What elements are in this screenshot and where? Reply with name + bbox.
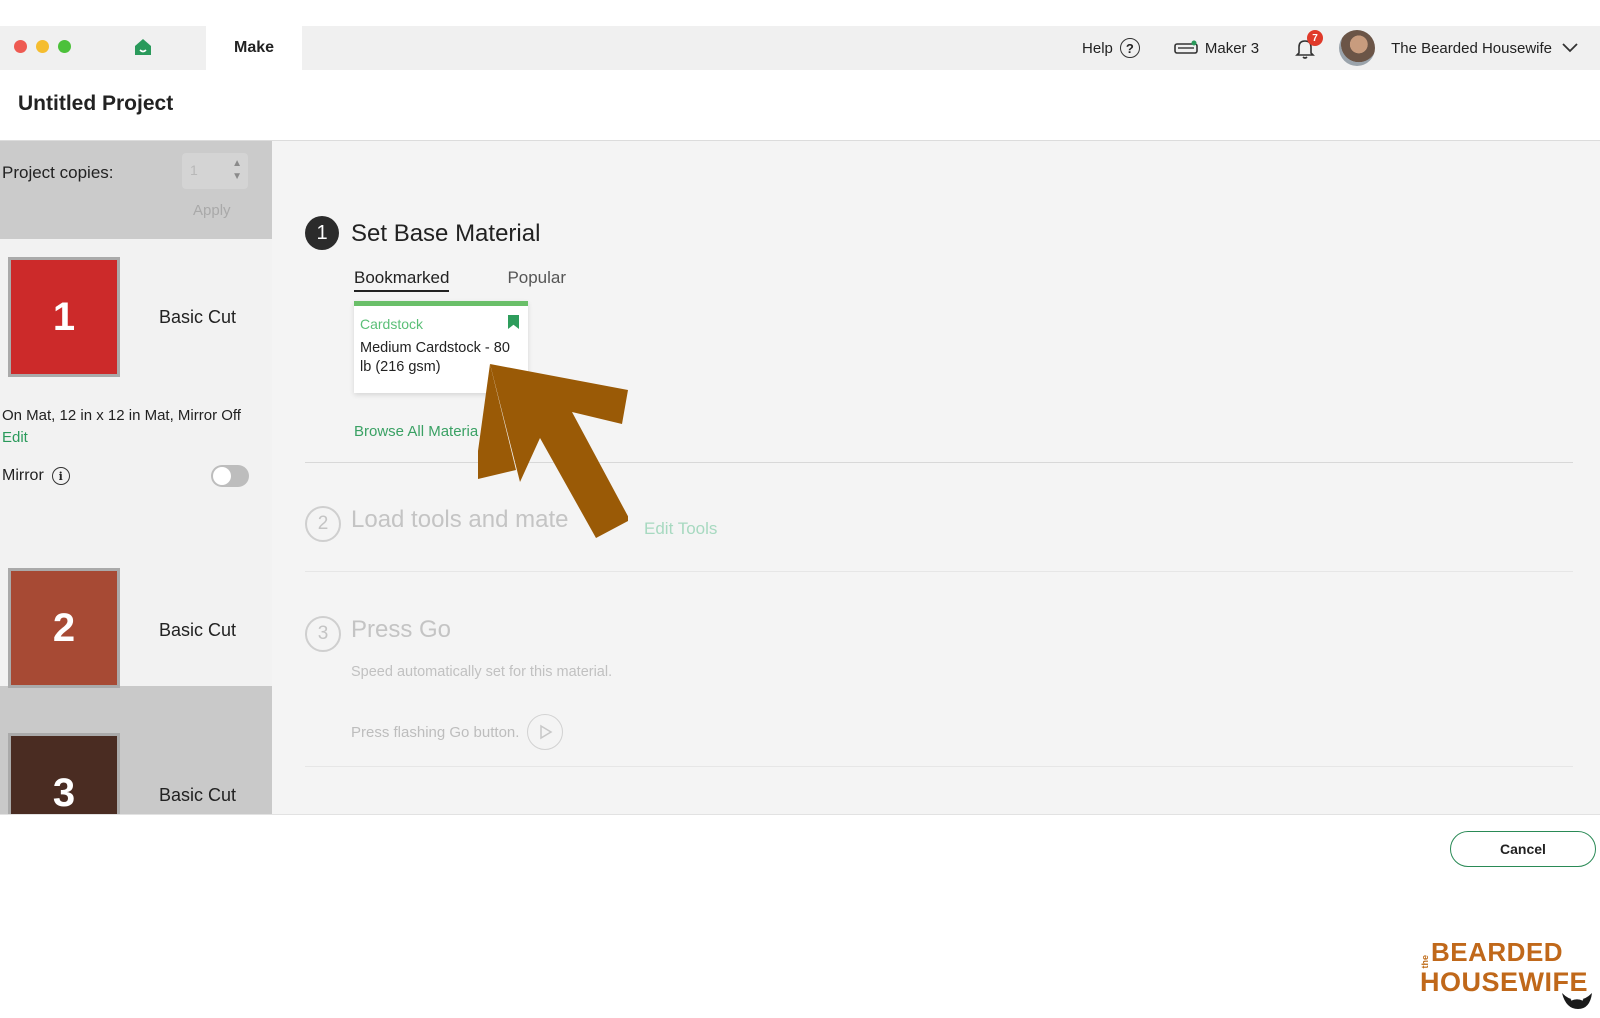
machine-label: Maker 3 [1204,39,1260,57]
material-tabs: Bookmarked Popular [354,268,566,292]
mat-info: On Mat, 12 in x 12 in Mat, Mirror Off [2,407,241,424]
toggle-knob [213,467,231,485]
tab-popular[interactable]: Popular [507,268,566,292]
mirror-label: Mirror [2,467,44,484]
divider [305,766,1573,767]
step-2-number: 2 [305,506,341,542]
press-go-row: Press flashing Go button. [351,714,564,750]
help-icon: ? [1119,38,1140,58]
brand-small-text: the [1420,954,1430,969]
browse-all-materials-link[interactable]: Browse All Materia [354,423,478,440]
mat-number: 3 [52,770,76,815]
window-controls [14,40,71,53]
chevron-down-icon [1562,43,1578,53]
material-category: Cardstock [360,316,424,332]
step-1-title: Set Base Material [351,220,541,247]
copies-label: Project copies: [2,163,114,182]
copies-value: 1 [190,162,198,178]
machine-selector[interactable]: Maker 3 [1174,40,1259,57]
brand-logo: the BEARDED HOUSEWIFE [1420,937,1592,1012]
make-steps-panel: 1 Set Base Material Bookmarked Popular C… [272,141,1600,814]
beard-icon [1562,993,1592,1009]
mirror-toggle[interactable] [211,465,249,487]
user-menu[interactable]: The Bearded Housewife [1391,40,1578,57]
mat-number: 2 [52,605,76,650]
page-title: Untitled Project [18,92,174,115]
machine-icon [1174,40,1198,54]
minimize-window-button[interactable] [36,40,49,53]
brand-top-line: the BEARDED [1420,937,1563,968]
cancel-button[interactable]: Cancel [1450,831,1596,867]
brand-line1: BEARDED [1431,937,1564,967]
mat-label: Basic Cut [159,620,237,640]
help-label: Help [1082,39,1113,57]
step-3-title: Press Go [351,616,452,643]
help-button[interactable]: Help ? [1082,38,1140,58]
home-icon[interactable] [133,37,153,57]
divider [305,571,1573,572]
project-copies-panel: Project copies: 1 ▲ ▼ Apply [0,141,272,239]
speed-note: Speed automatically set for this materia… [351,664,613,680]
mat-label: Basic Cut [159,307,237,327]
mat-number: 1 [52,294,76,339]
close-window-button[interactable] [14,40,27,53]
step-3-number: 3 [305,616,341,652]
stepper-arrows[interactable]: ▲ ▼ [232,157,242,183]
footer-bar: Cancel the BEARDED HOUSEWIFE [0,814,1600,1018]
play-icon [527,714,564,750]
mat-sidebar: Project copies: 1 ▲ ▼ Apply 1 Basic Cut O… [0,141,272,814]
avatar[interactable] [1339,30,1376,66]
press-go-note: Press flashing Go button. [351,723,520,741]
info-icon[interactable]: i [51,467,70,485]
tab-bookmarked[interactable]: Bookmarked [354,268,450,292]
step-1-number: 1 [305,216,339,250]
title-bar: Make Help ? Maker 3 7 The Bearded Housew… [0,26,1600,70]
maximize-window-button[interactable] [58,40,71,53]
mirror-row: Mirror i [2,467,70,485]
project-header: Untitled Project [0,70,1600,141]
edit-mat-link[interactable]: Edit [2,429,28,446]
edit-tools-link[interactable]: Edit Tools [644,519,717,539]
notifications-button[interactable]: 7 [1293,30,1324,60]
notification-badge: 7 [1307,30,1324,46]
header-actions: Help ? Maker 3 7 The Bearded Housewife [1082,26,1578,70]
mat-label: Basic Cut [159,785,237,805]
user-name: The Bearded Housewife [1391,39,1552,57]
bookmark-icon[interactable] [508,315,519,329]
mat-thumbnail[interactable]: 1 [8,257,120,377]
mat-item-3-thumbnail[interactable]: 3 [8,733,120,814]
arrow-annotation-icon [478,364,628,538]
tab-make[interactable]: Make [206,26,302,70]
mat-item-2-thumbnail[interactable]: 2 [8,568,120,688]
copies-stepper[interactable]: 1 ▲ ▼ [182,153,248,189]
apply-button[interactable]: Apply [193,202,231,219]
